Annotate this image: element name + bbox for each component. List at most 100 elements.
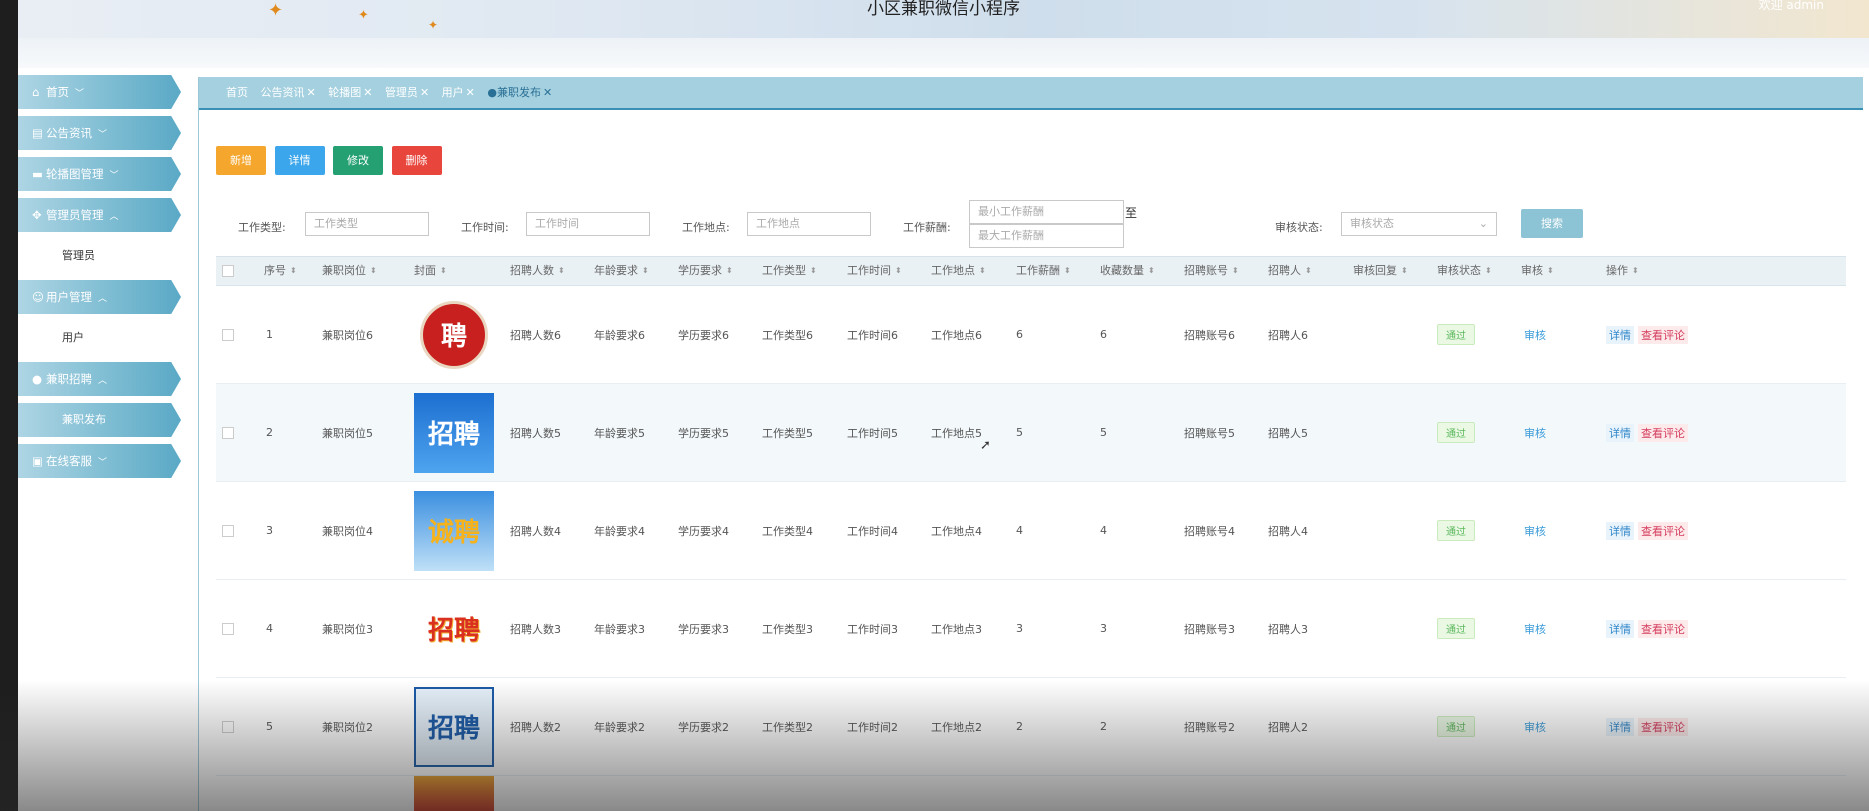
row-checkbox[interactable] (222, 286, 234, 383)
status-label: 审核状态: (1275, 221, 1323, 234)
tab-user[interactable]: 用户 ✕ (442, 77, 475, 108)
salary-min-input[interactable]: 最小工作薪酬 (969, 200, 1124, 224)
tab-home[interactable]: 首页 (226, 77, 248, 108)
sidebar-subitem-job-publish[interactable]: 兼职发布 (18, 403, 181, 437)
column-header[interactable]: 招聘人 ⬍ (1268, 257, 1312, 285)
view-comments-button[interactable]: 查看评论 (1638, 325, 1688, 344)
tab-carousel[interactable]: 轮播图 ✕ (328, 77, 372, 108)
cell-type: 工作类型2 (762, 720, 813, 734)
column-header[interactable]: 工作时间 ⬍ (847, 257, 902, 285)
sidebar-item-jobs[interactable]: ● 兼职招聘 ︿ (18, 362, 181, 396)
view-comments-button[interactable]: 查看评论 (1638, 521, 1688, 540)
header-subbar (18, 38, 1869, 68)
sidebar-subitem-user[interactable]: 用户 (18, 321, 181, 355)
close-icon[interactable]: ✕ (420, 86, 429, 99)
cover-image[interactable]: 招聘 (414, 580, 494, 677)
cell-time: 工作时间2 (847, 720, 898, 734)
tab-job-publish[interactable]: ●兼职发布 ✕ (487, 77, 552, 108)
audit-link[interactable]: 审核 (1524, 384, 1546, 481)
cell-age: 年龄要求5 (594, 426, 645, 440)
sort-icon: ⬍ (642, 266, 649, 275)
cover-image[interactable]: 招聘 (414, 384, 494, 481)
close-icon[interactable]: ✕ (466, 86, 475, 99)
place-label: 工作地点: (682, 221, 730, 234)
column-header[interactable]: 操作 ⬍ (1606, 257, 1639, 285)
row-checkbox[interactable] (222, 580, 234, 677)
sidebar-item-admin-mgmt[interactable]: ✥ 管理员管理 ︿ (18, 198, 181, 232)
audit-link[interactable]: 审核 (1524, 482, 1546, 579)
column-header[interactable]: 序号 ⬍ (264, 257, 297, 285)
column-header[interactable]: 工作薪酬 ⬍ (1016, 257, 1071, 285)
left-dark-strip (0, 0, 18, 811)
table-row[interactable]: 1 兼职岗位6 聘 招聘人数6 年龄要求6 学历要求6 工作类型6 工作时间6 … (216, 286, 1846, 384)
tab-news[interactable]: 公告资讯 ✕ (261, 77, 316, 108)
cover-image[interactable] (414, 776, 494, 811)
detail-button[interactable]: 详情 (1606, 325, 1634, 344)
select-all-checkbox[interactable] (222, 257, 234, 285)
detail-button[interactable]: 详情 (274, 146, 325, 175)
audit-link[interactable]: 审核 (1524, 286, 1546, 383)
column-header[interactable]: 工作类型 ⬍ (762, 257, 817, 285)
cell-no: 5 (266, 720, 273, 733)
row-checkbox[interactable] (222, 678, 234, 775)
search-button[interactable]: 搜索 (1521, 209, 1583, 238)
cell-account: 招聘账号4 (1184, 524, 1235, 538)
sidebar-item-user-mgmt[interactable]: ☺ 用户管理 ︿ (18, 280, 181, 314)
sidebar-item-news[interactable]: ▤ 公告资讯 ﹀ (18, 116, 181, 150)
status-select[interactable]: 审核状态 ⌄ (1341, 212, 1497, 236)
column-header[interactable]: 工作地点 ⬍ (931, 257, 986, 285)
sidebar-item-home[interactable]: ⌂ 首页 ﹀ (18, 75, 181, 109)
place-input[interactable]: 工作地点 (747, 212, 871, 236)
table-row[interactable]: 3 兼职岗位4 诚聘 招聘人数4 年龄要求4 学历要求4 工作类型4 工作时间4… (216, 482, 1846, 580)
time-input[interactable]: 工作时间 (526, 212, 650, 236)
cover-image[interactable]: 诚聘 (414, 482, 494, 579)
cell-edu: 学历要求3 (678, 622, 729, 636)
cover-image[interactable]: 招聘 (414, 678, 494, 775)
type-input[interactable]: 工作类型 (305, 212, 429, 236)
column-header[interactable]: 封面 ⬍ (414, 257, 447, 285)
audit-link[interactable]: 审核 (1524, 678, 1546, 775)
cell-no: 3 (266, 524, 273, 537)
column-header[interactable]: 审核 ⬍ (1521, 257, 1554, 285)
chevron-up-icon: ︿ (109, 212, 119, 222)
view-comments-button[interactable]: 查看评论 (1638, 423, 1688, 442)
view-comments-button[interactable]: 查看评论 (1638, 619, 1688, 638)
welcome-text[interactable]: 欢迎 admin (1759, 0, 1824, 13)
column-header[interactable]: 招聘账号 ⬍ (1184, 257, 1239, 285)
sidebar-item-carousel[interactable]: ▬ 轮播图管理 ﹀ (18, 157, 181, 191)
column-header[interactable]: 审核状态 ⬍ (1437, 257, 1492, 285)
detail-button[interactable]: 详情 (1606, 717, 1634, 736)
column-header[interactable]: 兼职岗位 ⬍ (322, 257, 377, 285)
table-row[interactable]: 4 兼职岗位3 招聘 招聘人数3 年龄要求3 学历要求3 工作类型3 工作时间3… (216, 580, 1846, 678)
view-comments-button[interactable]: 查看评论 (1638, 717, 1688, 736)
column-header[interactable]: 收藏数量 ⬍ (1100, 257, 1155, 285)
close-icon[interactable]: ✕ (307, 86, 316, 99)
detail-button[interactable]: 详情 (1606, 619, 1634, 638)
close-icon[interactable]: ✕ (363, 86, 372, 99)
sort-icon: ⬍ (1305, 266, 1312, 275)
sidebar-item-label: 轮播图管理 (46, 167, 104, 181)
tab-admin[interactable]: 管理员 ✕ (385, 77, 429, 108)
cell-account: 招聘账号3 (1184, 622, 1235, 636)
table-row[interactable]: 5 兼职岗位2 招聘 招聘人数2 年龄要求2 学历要求2 工作类型2 工作时间2… (216, 678, 1846, 776)
sidebar-subitem-admin[interactable]: 管理员 (18, 239, 181, 273)
column-header[interactable]: 审核回复 ⬍ (1353, 257, 1408, 285)
column-header[interactable]: 年龄要求 ⬍ (594, 257, 649, 285)
row-checkbox[interactable] (222, 482, 234, 579)
edit-button[interactable]: 修改 (333, 146, 383, 175)
column-header[interactable]: 招聘人数 ⬍ (510, 257, 565, 285)
salary-max-input[interactable]: 最大工作薪酬 (969, 224, 1124, 248)
delete-button[interactable]: 删除 (391, 146, 442, 175)
audit-link[interactable]: 审核 (1524, 580, 1546, 677)
row-checkbox[interactable] (222, 384, 234, 481)
table-row[interactable]: 2 兼职岗位5 招聘 招聘人数5 年龄要求5 学历要求5 工作类型5 工作时间5… (216, 384, 1846, 482)
detail-button[interactable]: 详情 (1606, 423, 1634, 442)
sort-icon: ⬍ (1064, 266, 1071, 275)
add-button[interactable]: 新增 (216, 146, 266, 175)
detail-button[interactable]: 详情 (1606, 521, 1634, 540)
sidebar-item-support[interactable]: ▣ 在线客服 ﹀ (18, 444, 181, 478)
column-header[interactable]: 学历要求 ⬍ (678, 257, 733, 285)
cover-image[interactable]: 聘 (414, 286, 494, 383)
cell-account: 招聘账号2 (1184, 720, 1235, 734)
close-icon[interactable]: ✕ (543, 86, 552, 99)
